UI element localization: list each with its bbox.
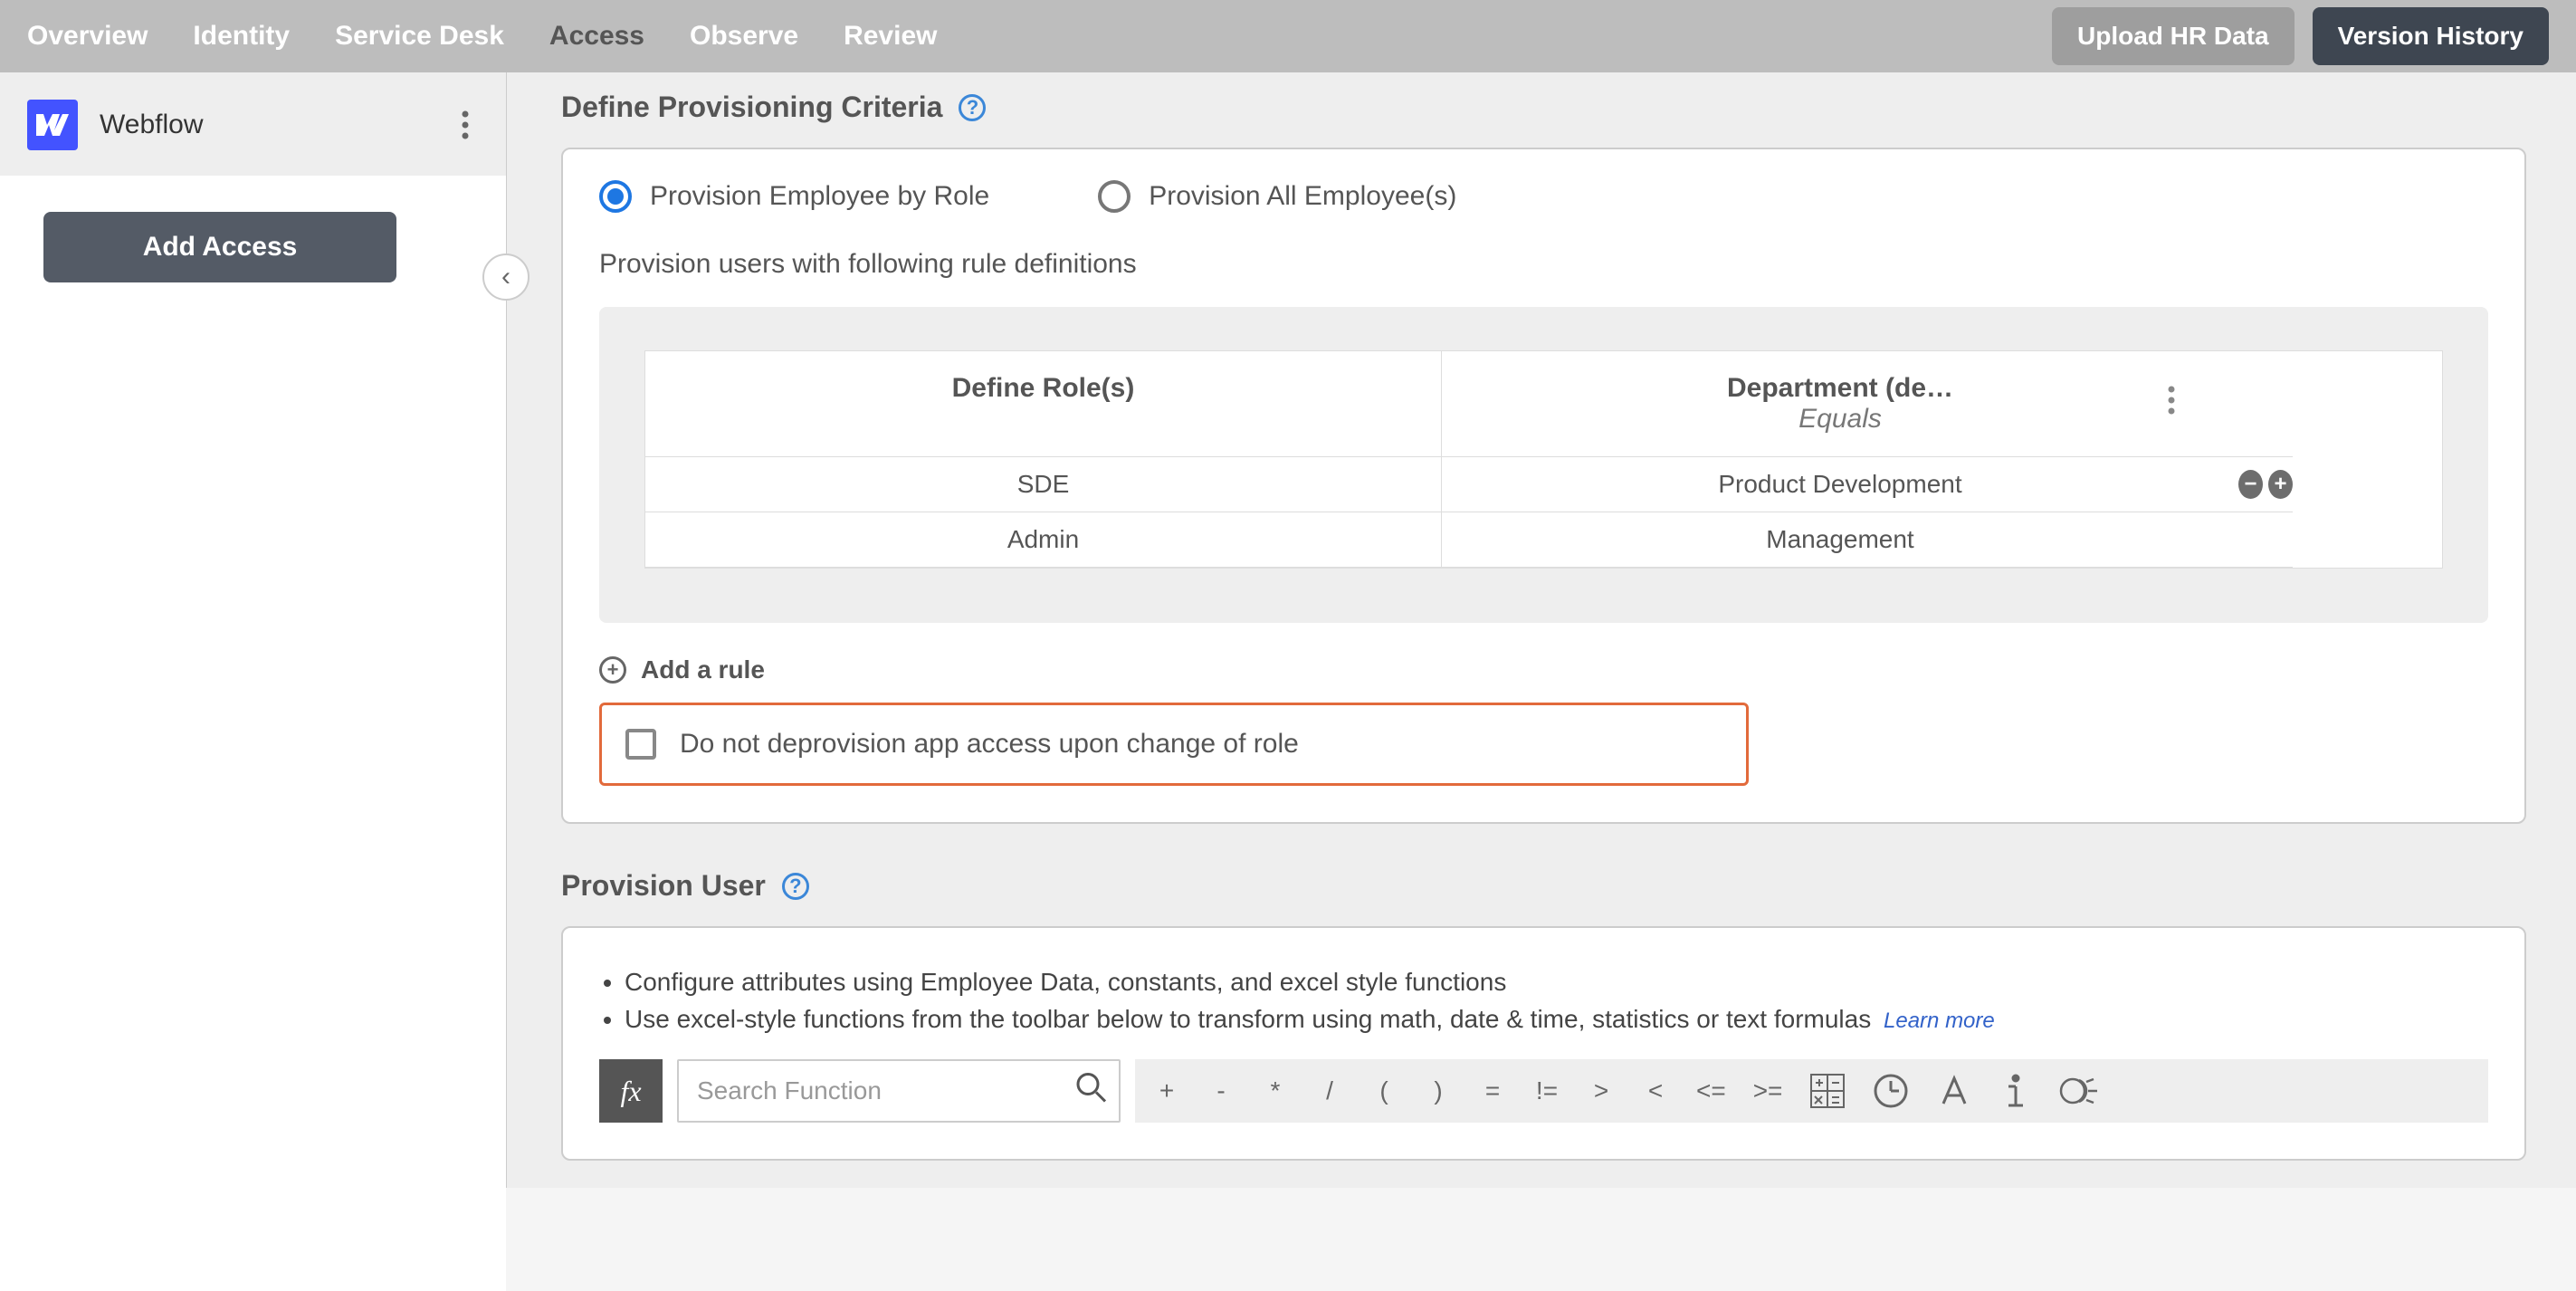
provision-user-title-text: Provision User [561, 869, 766, 903]
upload-hr-data-button[interactable]: Upload HR Data [2052, 7, 2295, 65]
learn-more-link[interactable]: Learn more [1884, 1009, 1995, 1033]
role-cell[interactable]: Admin [645, 512, 1442, 568]
radio-unchecked-icon [1098, 180, 1131, 213]
op-rparen[interactable]: ) [1425, 1076, 1452, 1105]
row-actions-header [2238, 351, 2293, 457]
criteria-section-title: Define Provisioning Criteria ? [561, 91, 2526, 124]
collapse-sidebar-button[interactable]: ‹ [482, 253, 530, 301]
app-menu-icon[interactable] [452, 107, 479, 143]
tab-overview[interactable]: Overview [27, 0, 148, 72]
app-tile[interactable]: Webflow [0, 72, 506, 176]
webflow-logo-icon [27, 100, 78, 150]
nav-tabs: Overview Identity Service Desk Access Ob… [27, 0, 937, 72]
no-deprovision-option[interactable]: Do not deprovision app access upon chang… [599, 703, 1749, 786]
provision-user-title: Provision User ? [561, 869, 2526, 903]
op-not-equals[interactable]: != [1533, 1076, 1560, 1105]
radio-checked-icon [599, 180, 632, 213]
provision-user-panel: Configure attributes using Employee Data… [561, 926, 2526, 1161]
help-icon[interactable]: ? [782, 873, 809, 900]
app-name-label: Webflow [100, 110, 204, 140]
op-minus[interactable]: - [1207, 1076, 1235, 1105]
op-gt[interactable]: > [1588, 1076, 1615, 1105]
sidebar: Webflow Add Access ‹ [0, 72, 507, 1188]
tab-service-desk[interactable]: Service Desk [335, 0, 504, 72]
tab-identity[interactable]: Identity [193, 0, 290, 72]
dept-cell[interactable]: Product Development [1442, 457, 2238, 512]
column-menu-icon[interactable] [2168, 386, 2175, 422]
misc-category-icon[interactable] [2059, 1073, 2099, 1109]
search-icon[interactable] [1075, 1072, 1106, 1111]
search-function-input[interactable] [677, 1059, 1121, 1123]
row-actions [2238, 512, 2293, 568]
text-category-icon[interactable] [1936, 1073, 1972, 1109]
radio-all-label: Provision All Employee(s) [1149, 181, 1456, 212]
col-header-roles: Define Role(s) [645, 351, 1442, 457]
criteria-subhead: Provision users with following rule defi… [599, 249, 2488, 280]
chevron-left-icon: ‹ [501, 262, 510, 292]
datetime-category-icon[interactable] [1873, 1073, 1909, 1109]
add-rule-button[interactable]: + Add a rule [599, 655, 2488, 684]
prov-instruction-2: Use excel-style functions from the toolb… [625, 1001, 2488, 1038]
add-access-button[interactable]: Add Access [43, 212, 396, 282]
criteria-title-text: Define Provisioning Criteria [561, 91, 942, 124]
add-rule-label: Add a rule [641, 655, 765, 684]
op-gte[interactable]: >= [1753, 1076, 1783, 1105]
op-lparen[interactable]: ( [1370, 1076, 1398, 1105]
add-row-icon[interactable]: + [2268, 470, 2293, 499]
dept-cell[interactable]: Management [1442, 512, 2238, 568]
fx-icon[interactable]: fx [599, 1059, 663, 1123]
col-header-operator: Equals [1451, 404, 2229, 435]
remove-row-icon[interactable]: − [2238, 470, 2263, 499]
col-header-department-text: Department (de… [1451, 373, 2229, 404]
radio-provision-all[interactable]: Provision All Employee(s) [1098, 180, 1456, 213]
rules-table: Define Role(s) Department (de… Equals SD… [644, 350, 2443, 569]
checkbox-unchecked-icon[interactable] [625, 729, 656, 760]
formula-toolbar: + - * / ( ) = != > < <= >= [1135, 1059, 2488, 1123]
radio-by-role-label: Provision Employee by Role [650, 181, 989, 212]
row-actions: − + [2238, 457, 2293, 512]
op-multiply[interactable]: * [1262, 1076, 1289, 1105]
plus-circle-icon: + [599, 656, 626, 684]
help-icon[interactable]: ? [959, 94, 986, 121]
col-header-department: Department (de… Equals [1442, 351, 2238, 457]
tab-review[interactable]: Review [844, 0, 937, 72]
version-history-button[interactable]: Version History [2313, 7, 2549, 65]
top-nav: Overview Identity Service Desk Access Ob… [0, 0, 2576, 72]
rules-box: Define Role(s) Department (de… Equals SD… [599, 307, 2488, 623]
prov-instruction-1: Configure attributes using Employee Data… [625, 964, 2488, 1001]
op-plus[interactable]: + [1153, 1076, 1180, 1105]
no-deprovision-label: Do not deprovision app access upon chang… [680, 729, 1299, 760]
math-category-icon[interactable] [1809, 1073, 1846, 1109]
tab-observe[interactable]: Observe [690, 0, 798, 72]
op-lt[interactable]: < [1642, 1076, 1669, 1105]
main-content: Define Provisioning Criteria ? Provision… [507, 72, 2576, 1188]
role-cell[interactable]: SDE [645, 457, 1442, 512]
op-divide[interactable]: / [1316, 1076, 1343, 1105]
tab-access[interactable]: Access [549, 0, 644, 72]
criteria-panel: Provision Employee by Role Provision All… [561, 148, 2526, 824]
info-category-icon[interactable] [1999, 1073, 2032, 1109]
radio-provision-by-role[interactable]: Provision Employee by Role [599, 180, 989, 213]
op-lte[interactable]: <= [1696, 1076, 1726, 1105]
op-equals[interactable]: = [1479, 1076, 1506, 1105]
